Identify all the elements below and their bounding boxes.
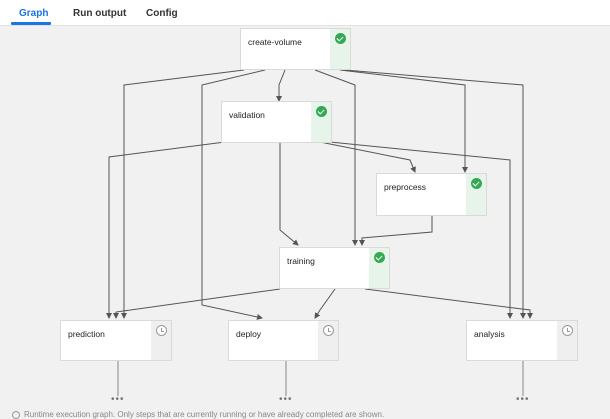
clock-icon bbox=[323, 325, 334, 336]
node-label: training bbox=[287, 256, 315, 266]
node-deploy[interactable]: deploy bbox=[228, 320, 339, 361]
more-steps-ellipsis: ••• bbox=[279, 394, 293, 405]
edge-validation-analysis bbox=[329, 141, 513, 319]
edge-training-analysis bbox=[364, 288, 533, 319]
graph-footer-note: Runtime execution graph. Only steps that… bbox=[12, 410, 384, 419]
edge-validation-training bbox=[279, 142, 299, 246]
edge-training-prediction bbox=[113, 288, 281, 319]
node-label: create-volume bbox=[248, 37, 302, 47]
node-label: deploy bbox=[236, 329, 262, 339]
check-circle-icon bbox=[316, 106, 327, 117]
edge-validation-prediction bbox=[106, 141, 226, 319]
edge-create-volume-validation bbox=[276, 69, 286, 102]
edge-create-volume-preprocess bbox=[339, 69, 468, 173]
more-steps-ellipsis: ••• bbox=[516, 394, 530, 405]
edge-validation-preprocess bbox=[319, 141, 416, 173]
check-circle-icon bbox=[374, 252, 385, 263]
info-icon bbox=[12, 410, 20, 419]
node-create-volume[interactable]: create-volume bbox=[240, 28, 351, 70]
clock-icon bbox=[156, 325, 167, 336]
status-area bbox=[151, 321, 171, 360]
clock-icon bbox=[562, 325, 573, 336]
node-validation[interactable]: validation bbox=[221, 101, 332, 143]
node-label: preprocess bbox=[384, 182, 427, 192]
status-area bbox=[557, 321, 577, 360]
edge-create-volume-training bbox=[314, 69, 358, 246]
node-training[interactable]: training bbox=[279, 247, 390, 289]
node-preprocess[interactable]: preprocess bbox=[376, 173, 487, 216]
node-label: prediction bbox=[68, 329, 105, 339]
node-label: analysis bbox=[474, 329, 505, 339]
node-label: validation bbox=[229, 110, 265, 120]
check-circle-icon bbox=[471, 178, 482, 189]
more-steps-ellipsis: ••• bbox=[111, 394, 125, 405]
status-area bbox=[466, 174, 486, 215]
edge-training-deploy bbox=[314, 288, 336, 319]
node-prediction[interactable]: prediction bbox=[60, 320, 172, 361]
check-circle-icon bbox=[335, 33, 346, 44]
status-area bbox=[318, 321, 338, 360]
node-analysis[interactable]: analysis bbox=[466, 320, 578, 361]
edge-preprocess-training bbox=[359, 216, 433, 246]
status-area bbox=[369, 248, 389, 288]
footer-text: Runtime execution graph. Only steps that… bbox=[24, 410, 385, 419]
status-area bbox=[311, 102, 331, 142]
status-area bbox=[330, 29, 350, 69]
